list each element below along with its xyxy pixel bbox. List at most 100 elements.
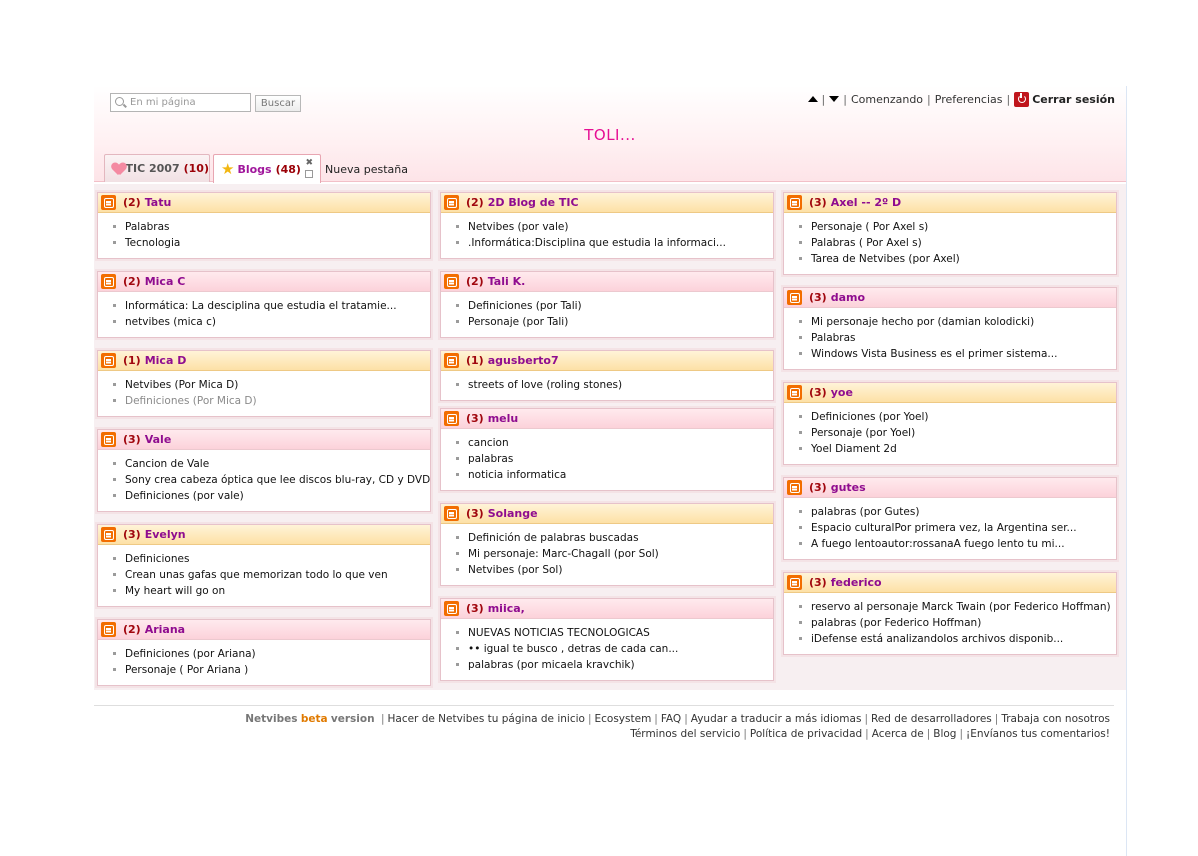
widget-header[interactable]: (3) damo <box>784 288 1116 308</box>
search-button[interactable]: Buscar <box>255 95 301 112</box>
footer-link[interactable]: Política de privacidad <box>750 728 862 740</box>
feed-item-link[interactable]: Netvibes (Por Mica D) <box>113 377 430 393</box>
feed-item-link[interactable]: Netvibes (por Sol) <box>456 562 773 578</box>
feed-item-link[interactable]: reservo al personaje Marck Twain (por Fe… <box>799 599 1116 615</box>
feed-item-link[interactable]: netvibes (mica c) <box>113 314 430 330</box>
footer-link[interactable]: Acerca de <box>872 728 924 740</box>
widget-title[interactable]: (3) federico <box>809 576 882 589</box>
feed-item-link[interactable]: Palabras <box>799 330 1116 346</box>
feed-item-link[interactable]: Netvibes (por vale) <box>456 219 773 235</box>
feed-item-link[interactable]: Windows Vista Business es el primer sist… <box>799 346 1116 362</box>
arrow-up-icon[interactable] <box>807 96 818 102</box>
widget-header[interactable]: (1) Mica D <box>98 351 430 371</box>
footer-link[interactable]: FAQ <box>661 713 681 725</box>
feed-item-link[interactable]: Personaje ( Por Ariana ) <box>113 662 430 678</box>
widget-title[interactable]: (2) Tatu <box>123 196 171 209</box>
widget-title[interactable]: (3) miica, <box>466 602 525 615</box>
power-icon[interactable] <box>1014 91 1030 107</box>
search-box[interactable] <box>110 93 251 112</box>
footer-link[interactable]: ¡Envíanos tus comentarios! <box>966 728 1110 740</box>
widget-title[interactable]: (2) Mica C <box>123 275 185 288</box>
feed-item-link[interactable]: Definición de palabras buscadas <box>456 530 773 546</box>
tab-blogs[interactable]: ★ Blogs (48) ✖ <box>213 154 321 183</box>
feed-item-link[interactable]: palabras (por Federico Hoffman) <box>799 615 1116 631</box>
feed-item-link[interactable]: Personaje (por Yoel) <box>799 425 1116 441</box>
feed-item-link[interactable]: Tarea de Netvibes (por Axel) <box>799 251 1116 267</box>
tab-tic-2007[interactable]: TIC 2007 (10) <box>104 154 210 182</box>
feed-item-link[interactable]: Personaje ( Por Axel s) <box>799 219 1116 235</box>
widget-header[interactable]: (2) Tatu <box>98 193 430 213</box>
widget-title[interactable]: (3) Axel -- 2º D <box>809 196 901 209</box>
feed-item-link[interactable]: Tecnologia <box>113 235 430 251</box>
feed-item-link[interactable]: Palabras <box>113 219 430 235</box>
widget-header[interactable]: (3) gutes <box>784 478 1116 498</box>
widget-title[interactable]: (1) agusberto7 <box>466 354 559 367</box>
feed-item-link[interactable]: palabras <box>456 451 773 467</box>
feed-item-link[interactable]: Definiciones (por vale) <box>113 488 430 504</box>
feed-item-link[interactable]: Espacio culturalPor primera vez, la Arge… <box>799 520 1116 536</box>
feed-item-link[interactable]: .Informática:Disciplina que estudia la i… <box>456 235 773 251</box>
widget-title[interactable]: (2) 2D Blog de TIC <box>466 196 579 209</box>
widget-header[interactable]: (2) 2D Blog de TIC <box>441 193 773 213</box>
search-input[interactable] <box>130 95 248 110</box>
widget-title[interactable]: (2) Ariana <box>123 623 185 636</box>
feed-item-link[interactable]: Sony crea cabeza óptica que lee discos b… <box>113 472 430 488</box>
feed-item-link[interactable]: A fuego lentoautor:rossanaA fuego lento … <box>799 536 1116 552</box>
arrow-down-icon[interactable] <box>829 96 840 102</box>
feed-item-link[interactable]: palabras (por micaela kravchik) <box>456 657 773 673</box>
widget-header[interactable]: (3) Evelyn <box>98 525 430 545</box>
feed-item-link[interactable]: •• igual te busco , detras de cada can..… <box>456 641 773 657</box>
feed-item-link[interactable]: Yoel Diament 2d <box>799 441 1116 457</box>
feed-item-link[interactable]: Definiciones (Por Mica D) <box>113 393 430 409</box>
widget-header[interactable]: (2) Tali K. <box>441 272 773 292</box>
widget-title[interactable]: (1) Mica D <box>123 354 186 367</box>
widget-header[interactable]: (3) federico <box>784 573 1116 593</box>
feed-item-link[interactable]: Informática: La desciplina que estudia e… <box>113 298 430 314</box>
widget-title[interactable]: (2) Tali K. <box>466 275 525 288</box>
widget-header[interactable]: (3) Solange <box>441 504 773 524</box>
feed-item-link[interactable]: noticia informatica <box>456 467 773 483</box>
feed-item-link[interactable]: Mi personaje: Marc-Chagall (por Sol) <box>456 546 773 562</box>
feed-item-link[interactable]: Cancion de Vale <box>113 456 430 472</box>
preferences-link[interactable]: Preferencias <box>935 93 1003 106</box>
new-tab-link[interactable]: Nueva pestaña <box>325 163 408 176</box>
getting-started-link[interactable]: Comenzando <box>851 93 923 106</box>
feed-item-link[interactable]: Mi personaje hecho por (damian kolodicki… <box>799 314 1116 330</box>
close-icon[interactable]: ✖ <box>305 159 313 168</box>
feed-item-link[interactable]: My heart will go on <box>113 583 430 599</box>
widget-title[interactable]: (3) Solange <box>466 507 538 520</box>
footer-link[interactable]: Red de desarrolladores <box>871 713 992 725</box>
widget-header[interactable]: (3) Vale <box>98 430 430 450</box>
widget-title[interactable]: (3) melu <box>466 412 518 425</box>
footer-link[interactable]: Trabaja con nosotros <box>1001 713 1110 725</box>
widget-title[interactable]: (3) Vale <box>123 433 171 446</box>
page-title[interactable]: TOLI... <box>94 126 1126 144</box>
footer-link[interactable]: Ecosystem <box>595 713 652 725</box>
widget-header[interactable]: (3) Axel -- 2º D <box>784 193 1116 213</box>
widget-header[interactable]: (2) Ariana <box>98 620 430 640</box>
edit-icon[interactable] <box>305 170 313 178</box>
feed-item-link[interactable]: cancion <box>456 435 773 451</box>
feed-item-link[interactable]: Definiciones <box>113 551 430 567</box>
widget-header[interactable]: (3) miica, <box>441 599 773 619</box>
feed-item-link[interactable]: Definiciones (por Tali) <box>456 298 773 314</box>
feed-item-link[interactable]: palabras (por Gutes) <box>799 504 1116 520</box>
widget-header[interactable]: (1) agusberto7 <box>441 351 773 371</box>
widget-header[interactable]: (2) Mica C <box>98 272 430 292</box>
feed-item-link[interactable]: streets of love (roling stones) <box>456 377 773 393</box>
footer-link[interactable]: Blog <box>933 728 956 740</box>
footer-link[interactable]: Términos del servicio <box>630 728 740 740</box>
feed-item-link[interactable]: NUEVAS NOTICIAS TECNOLOGICAS <box>456 625 773 641</box>
footer-link[interactable]: Ayudar a traducir a más idiomas <box>691 713 862 725</box>
widget-title[interactable]: (3) Evelyn <box>123 528 186 541</box>
feed-item-link[interactable]: iDefense está analizandolos archivos dis… <box>799 631 1116 647</box>
widget-title[interactable]: (3) damo <box>809 291 865 304</box>
widget-header[interactable]: (3) melu <box>441 409 773 429</box>
feed-item-link[interactable]: Personaje (por Tali) <box>456 314 773 330</box>
logout-link[interactable]: Cerrar sesión <box>1032 93 1115 106</box>
feed-item-link[interactable]: Palabras ( Por Axel s) <box>799 235 1116 251</box>
widget-title[interactable]: (3) gutes <box>809 481 866 494</box>
widget-header[interactable]: (3) yoe <box>784 383 1116 403</box>
footer-link[interactable]: Hacer de Netvibes tu página de inicio <box>387 713 584 725</box>
feed-item-link[interactable]: Definiciones (por Yoel) <box>799 409 1116 425</box>
